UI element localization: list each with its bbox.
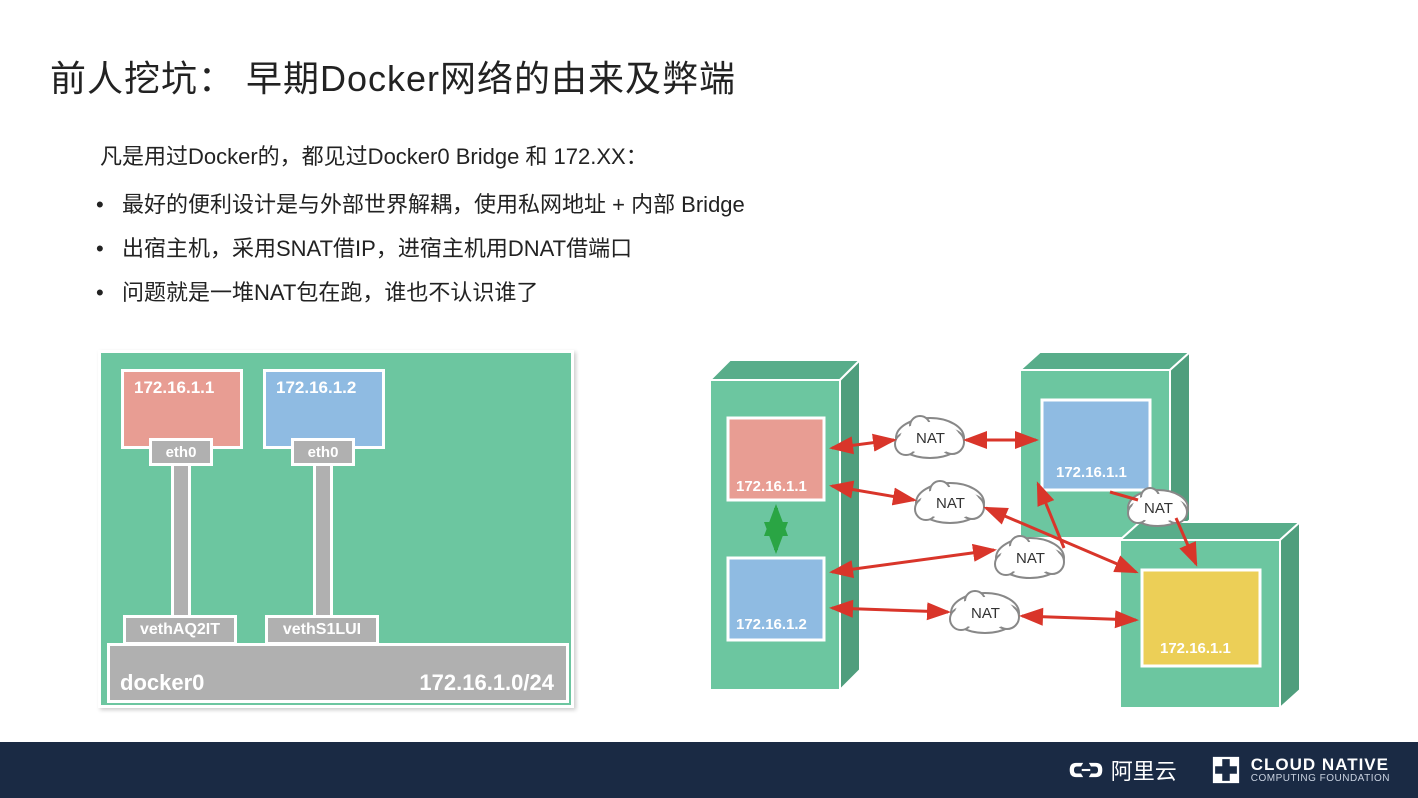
footer-bar: 阿里云 CLOUD NATIVE COMPUTING FOUNDATION [0,742,1418,798]
right-diagram: 172.16.1.1 172.16.1.2 172.16.1.1 172.16.… [700,340,1330,720]
host2-box-ip: 172.16.1.1 [1056,464,1127,481]
container2-ip: 172.16.1.2 [276,378,356,397]
nat-label-2: NAT [936,495,965,512]
veth-pipe-1 [171,466,191,618]
eth0-label-2: eth0 [291,438,355,466]
host1-cube [710,360,860,690]
bullet-list: 最好的便利设计是与外部世界解耦，使用私网地址 + 内部 Bridge 出宿主机，… [100,183,1300,315]
cncf-logo: CLOUD NATIVE COMPUTING FOUNDATION [1211,755,1390,785]
container1-ip: 172.16.1.1 [134,378,214,397]
nat-label-5: NAT [1144,500,1173,517]
eth0-label-1: eth0 [149,438,213,466]
veth2-label: vethS1LUI [265,615,379,645]
aliyun-logo: 阿里云 [1069,753,1177,787]
cncf-line1: CLOUD NATIVE [1251,756,1390,773]
nat-label-4: NAT [971,605,1000,622]
bridge-cidr: 172.16.1.0/24 [419,670,554,696]
host1-box1-ip: 172.16.1.1 [736,478,807,495]
bullet-item: 最好的便利设计是与外部世界解耦，使用私网地址 + 内部 Bridge [122,183,1300,227]
host3-cube [1120,522,1300,708]
host3-box-ip: 172.16.1.1 [1160,640,1231,657]
container2-box: 172.16.1.2 [263,369,385,449]
cncf-line2: COMPUTING FOUNDATION [1251,773,1390,785]
veth-pipe-2 [313,466,333,618]
nat-label-1: NAT [916,430,945,447]
bullet-item: 出宿主机，采用SNAT借IP，进宿主机用DNAT借端口 [122,227,1300,271]
cncf-icon [1211,755,1241,785]
left-diagram: 172.16.1.1 172.16.1.2 eth0 eth0 vethAQ2I… [98,350,574,708]
docker0-bridge: docker0 172.16.1.0/24 [107,643,569,703]
aliyun-text: 阿里云 [1111,754,1177,786]
host1-box2-ip: 172.16.1.2 [736,616,807,633]
slide: 前人挖坑： 早期Docker网络的由来及弊端 凡是用过Docker的，都见过Do… [0,0,1418,798]
nat-label-3: NAT [1016,550,1045,567]
aliyun-icon [1069,753,1103,787]
container1-box: 172.16.1.1 [121,369,243,449]
slide-title: 前人挖坑： 早期Docker网络的由来及弊端 [50,50,736,102]
bridge-name: docker0 [120,670,204,696]
cncf-text: CLOUD NATIVE COMPUTING FOUNDATION [1251,756,1390,785]
bullet-item: 问题就是一堆NAT包在跑，谁也不认识谁了 [122,271,1300,315]
right-diagram-svg [700,340,1330,720]
veth1-label: vethAQ2IT [123,615,237,645]
slide-content: 凡是用过Docker的，都见过Docker0 Bridge 和 172.XX： … [100,135,1300,315]
intro-text: 凡是用过Docker的，都见过Docker0 Bridge 和 172.XX： [100,135,1300,179]
